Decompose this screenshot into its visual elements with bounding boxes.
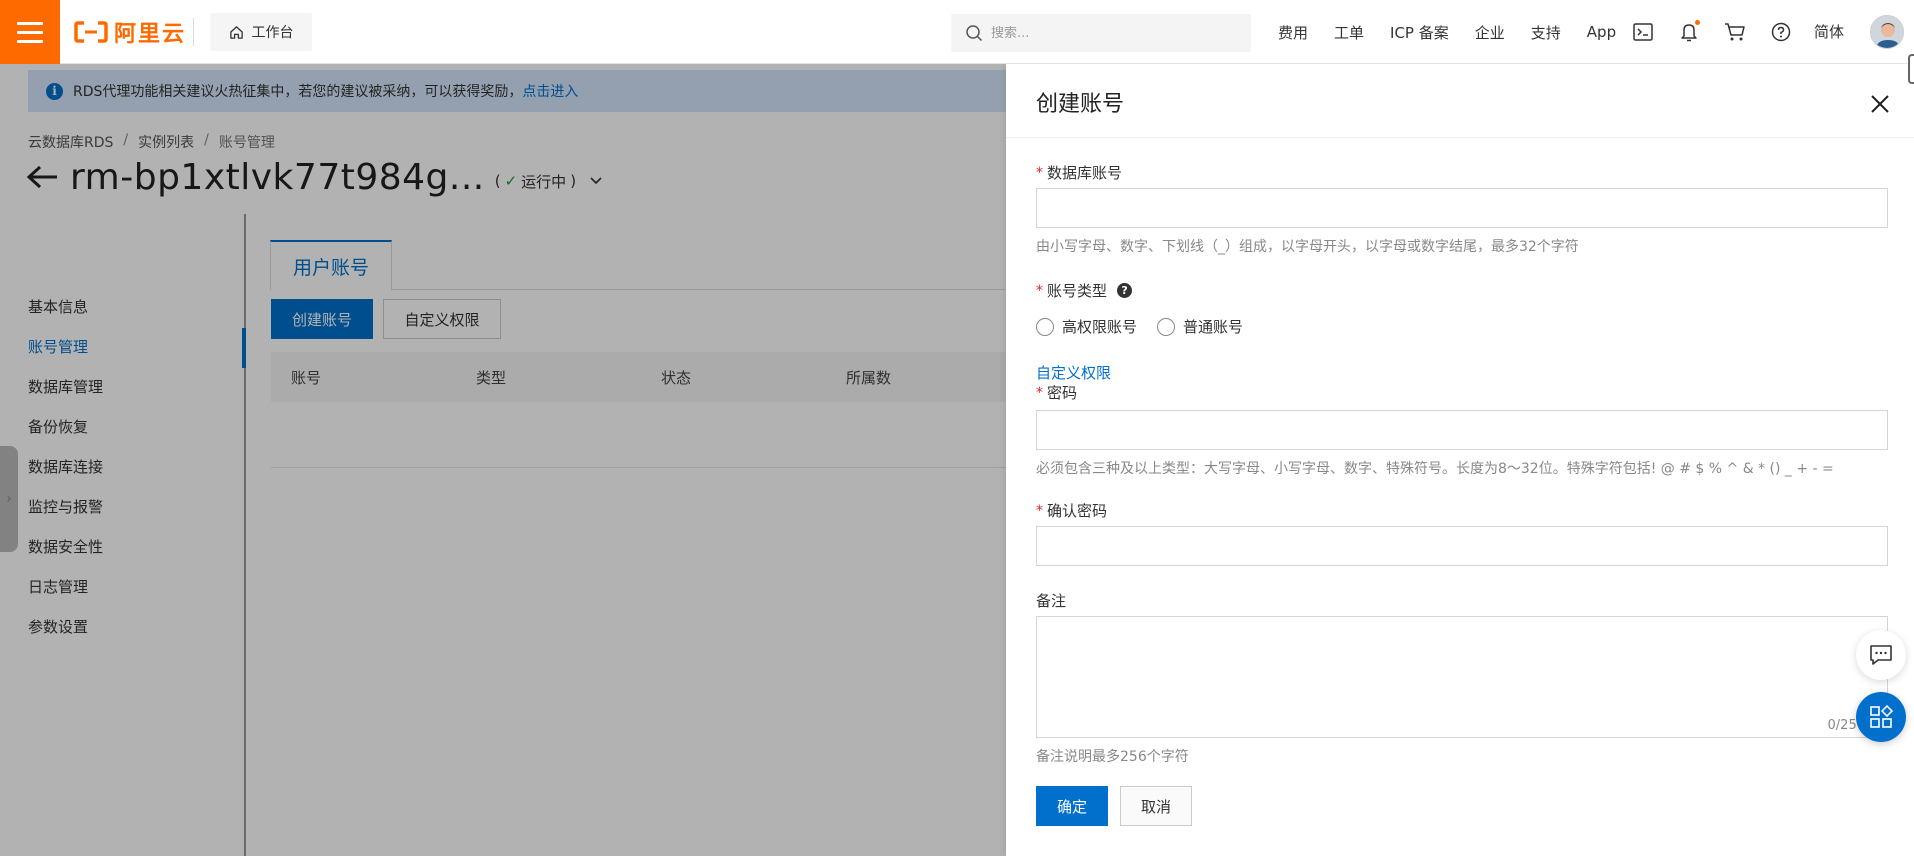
required-mark: * bbox=[1036, 164, 1043, 181]
cancel-button[interactable]: 取消 bbox=[1120, 786, 1192, 826]
apps-grid-icon bbox=[1870, 705, 1893, 728]
hamburger-menu-button[interactable] bbox=[0, 0, 60, 64]
help-icon[interactable] bbox=[1770, 21, 1792, 43]
nav-icp[interactable]: ICP 备案 bbox=[1390, 22, 1449, 43]
user-avatar[interactable] bbox=[1870, 15, 1904, 49]
notification-dot bbox=[1695, 20, 1700, 25]
logo-divider bbox=[193, 18, 194, 46]
search-icon bbox=[966, 25, 983, 42]
top-bar: 阿里云 工作台 费用 工单 ICP 备案 企业 支持 App bbox=[0, 0, 1914, 64]
apps-float-button[interactable] bbox=[1856, 692, 1906, 742]
nav-app[interactable]: App bbox=[1587, 23, 1616, 41]
required-mark: * bbox=[1036, 282, 1043, 299]
account-type-label: * 账号类型 ? bbox=[1036, 280, 1133, 301]
home-icon bbox=[229, 25, 243, 39]
radio-normal-account[interactable]: 普通账号 bbox=[1157, 316, 1243, 337]
aliyun-logo-icon bbox=[74, 21, 108, 43]
password-label: * 密码 bbox=[1036, 384, 1078, 402]
language-switch[interactable]: 简体 bbox=[1814, 21, 1844, 42]
workbench-label: 工作台 bbox=[251, 25, 294, 41]
edge-feedback-tab[interactable] bbox=[1908, 54, 1914, 84]
account-type-radio-group: 高权限账号 普通账号 bbox=[1036, 316, 1243, 337]
confirm-button[interactable]: 确定 bbox=[1036, 786, 1108, 826]
confirm-password-field[interactable] bbox=[1036, 526, 1888, 566]
radio-super-account[interactable]: 高权限账号 bbox=[1036, 316, 1137, 337]
confirm-password-input[interactable] bbox=[1037, 527, 1887, 565]
bell-icon[interactable] bbox=[1678, 20, 1700, 43]
remark-label: 备注 bbox=[1036, 592, 1067, 610]
workbench-button[interactable]: 工作台 bbox=[210, 13, 312, 51]
top-icons bbox=[1632, 0, 1792, 64]
nav-tickets[interactable]: 工单 bbox=[1334, 22, 1364, 43]
top-nav: 费用 工单 ICP 备案 企业 支持 App bbox=[1278, 0, 1616, 64]
nav-support[interactable]: 支持 bbox=[1531, 22, 1561, 43]
account-name-hint: 由小写字母、数字、下划线（_）组成，以字母开头，以字母或数字结尾，最多32个字符 bbox=[1036, 239, 1579, 255]
question-icon[interactable]: ? bbox=[1117, 283, 1133, 298]
required-mark: * bbox=[1036, 384, 1043, 401]
confirm-password-label: * 确认密码 bbox=[1036, 502, 1108, 520]
nav-fees[interactable]: 费用 bbox=[1278, 22, 1308, 43]
aliyun-logo[interactable]: 阿里云 bbox=[74, 18, 187, 47]
drawer-header: 创建账号 bbox=[1006, 64, 1914, 138]
password-field[interactable] bbox=[1036, 410, 1888, 450]
nav-enterprise[interactable]: 企业 bbox=[1475, 22, 1505, 43]
account-name-field[interactable] bbox=[1036, 188, 1888, 228]
chat-float-button[interactable] bbox=[1856, 630, 1906, 680]
password-input[interactable] bbox=[1037, 411, 1887, 449]
remark-hint: 备注说明最多256个字符 bbox=[1036, 749, 1189, 765]
search-input[interactable] bbox=[991, 25, 1231, 41]
account-name-label: * 数据库账号 bbox=[1036, 164, 1123, 182]
create-account-drawer: 创建账号 * 数据库账号 由小写字母、数字、下划线（_）组成，以字母开头，以字母… bbox=[1006, 64, 1914, 856]
required-mark: * bbox=[1036, 502, 1043, 519]
close-icon[interactable] bbox=[1870, 94, 1890, 114]
radio-circle[interactable] bbox=[1157, 317, 1176, 336]
chat-icon bbox=[1870, 645, 1892, 665]
terminal-icon[interactable] bbox=[1632, 21, 1654, 43]
cart-icon[interactable] bbox=[1724, 21, 1746, 43]
radio-circle[interactable] bbox=[1036, 317, 1054, 336]
modal-overlay[interactable] bbox=[0, 64, 1006, 856]
account-name-input[interactable] bbox=[1037, 189, 1887, 227]
custom-permission-link[interactable]: 自定义权限 bbox=[1036, 362, 1111, 383]
search-box[interactable] bbox=[951, 14, 1251, 52]
logo-text: 阿里云 bbox=[114, 22, 187, 47]
password-hint: 必须包含三种及以上类型：大写字母、小写字母、数字、特殊符号。长度为8～32位。特… bbox=[1036, 461, 1834, 477]
remark-field[interactable]: 0/256 bbox=[1036, 616, 1888, 738]
drawer-title: 创建账号 bbox=[1036, 92, 1125, 117]
